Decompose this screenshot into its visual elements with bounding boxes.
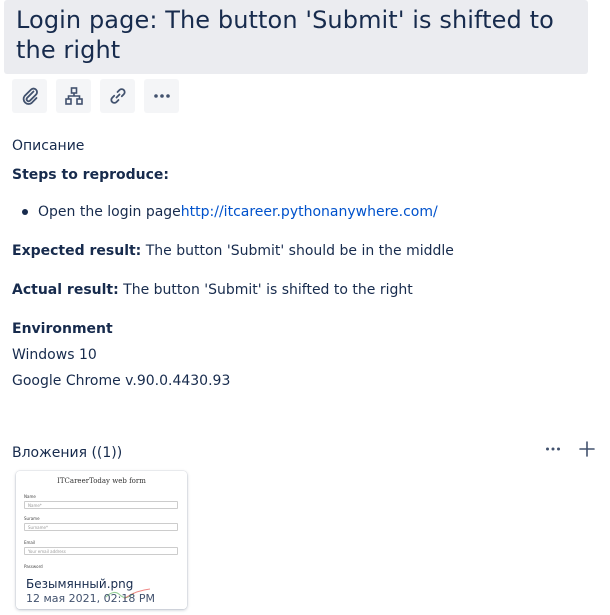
issue-view: Login page: The button 'Submit' is shift… xyxy=(0,0,610,615)
actual-text: The button 'Submit' is shifted to the ri… xyxy=(118,282,413,298)
plus-icon xyxy=(579,441,595,457)
environment-os: Windows 10 xyxy=(12,347,97,363)
thumbnail-title: ITCareerToday web form xyxy=(57,477,146,485)
attachments-more-button[interactable] xyxy=(544,440,562,458)
more-actions-button[interactable] xyxy=(144,79,179,113)
actual-result: Actual result: The button 'Submit' is sh… xyxy=(12,280,413,300)
attachments-actions xyxy=(544,440,596,458)
thumbnail-field-label: Email xyxy=(24,540,36,545)
expected-result: Expected result: The button 'Submit' sho… xyxy=(12,241,454,261)
step-text: Open the login page xyxy=(38,204,181,220)
attachment-card[interactable]: ITCareerToday web form Name Name* Surame… xyxy=(16,471,187,609)
thumbnail-field-label: Name xyxy=(24,494,36,499)
issue-toolbar xyxy=(12,79,179,113)
child-issues-icon xyxy=(64,87,83,105)
expected-label: Expected result: xyxy=(12,243,142,259)
description-label: Описание xyxy=(12,138,85,154)
actual-label: Actual result: xyxy=(12,282,119,298)
link-icon xyxy=(109,88,126,104)
attach-button[interactable] xyxy=(12,79,47,113)
environment-browser: Google Chrome v.90.0.4430.93 xyxy=(12,373,231,389)
thumbnail-field-input: Your email address xyxy=(24,547,178,555)
issue-title-container[interactable]: Login page: The button 'Submit' is shift… xyxy=(4,0,588,74)
attachments-heading: Вложения ((1)) xyxy=(12,445,123,461)
thumbnail-field-label: Surame xyxy=(24,516,40,521)
expected-text: The button 'Submit' should be in the mid… xyxy=(141,243,454,259)
child-issues-button[interactable] xyxy=(56,79,91,113)
attachment-icon xyxy=(22,87,38,105)
bullet-icon xyxy=(22,209,28,215)
attachment-date: 12 мая 2021, 02:18 PM xyxy=(26,592,155,605)
thumbnail-field-input: Name* xyxy=(24,501,178,509)
environment-heading: Environment xyxy=(12,321,113,337)
more-icon xyxy=(153,94,170,98)
issue-title[interactable]: Login page: The button 'Submit' is shift… xyxy=(16,5,591,65)
attachment-filename: Безымянный.png xyxy=(26,577,134,591)
add-attachment-button[interactable] xyxy=(578,440,596,458)
reproduce-link[interactable]: http://itcareer.pythonanywhere.com/ xyxy=(181,202,438,222)
thumbnail-field-input: Surname* xyxy=(24,523,178,531)
steps-heading: Steps to reproduce: xyxy=(12,167,170,183)
link-issue-button[interactable] xyxy=(100,79,135,113)
step-list-item: Open the login page http://itcareer.pyth… xyxy=(22,202,438,222)
more-icon xyxy=(546,447,560,451)
